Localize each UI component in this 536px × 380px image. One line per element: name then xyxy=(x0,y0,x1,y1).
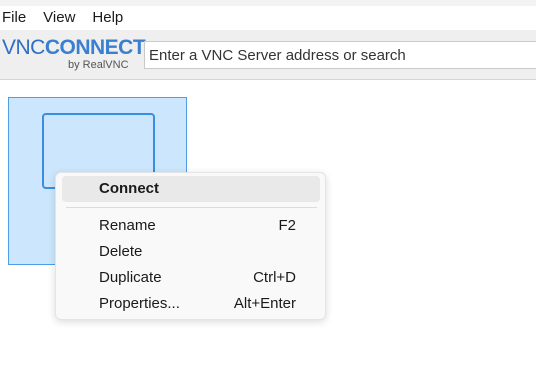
menu-view[interactable]: View xyxy=(41,6,75,30)
context-menu-duplicate[interactable]: Duplicate Ctrl+D xyxy=(62,265,320,291)
toolbar: VNCCONNECT by RealVNC xyxy=(0,30,536,80)
context-menu-label: Connect xyxy=(99,180,159,197)
search-input[interactable] xyxy=(144,41,536,69)
menu-bar: File View Help xyxy=(0,6,536,30)
menu-file[interactable]: File xyxy=(0,6,26,30)
context-menu-label: Duplicate xyxy=(99,269,162,286)
context-menu-label: Rename xyxy=(99,217,156,234)
context-menu-label: Properties... xyxy=(99,295,180,312)
context-menu-shortcut: Alt+Enter xyxy=(233,295,296,312)
logo-brand-connect: CONNECT xyxy=(44,36,146,59)
logo-byline: by RealVNC xyxy=(68,59,129,71)
context-menu-connect[interactable]: Connect xyxy=(62,176,320,202)
vnc-connect-logo: VNCCONNECT by RealVNC xyxy=(0,36,146,74)
context-menu-shortcut: Ctrl+D xyxy=(253,269,296,286)
menu-help[interactable]: Help xyxy=(90,6,123,30)
context-menu: Connect Rename F2 Delete Duplicate Ctrl+… xyxy=(55,172,326,320)
context-menu-rename[interactable]: Rename F2 xyxy=(62,213,320,239)
context-menu-shortcut: F2 xyxy=(278,217,296,234)
context-menu-separator xyxy=(66,207,317,208)
context-menu-properties[interactable]: Properties... Alt+Enter xyxy=(62,291,320,317)
context-menu-delete[interactable]: Delete xyxy=(62,239,320,265)
context-menu-label: Delete xyxy=(99,243,143,260)
logo-brand-vnc: VNC xyxy=(2,36,45,59)
